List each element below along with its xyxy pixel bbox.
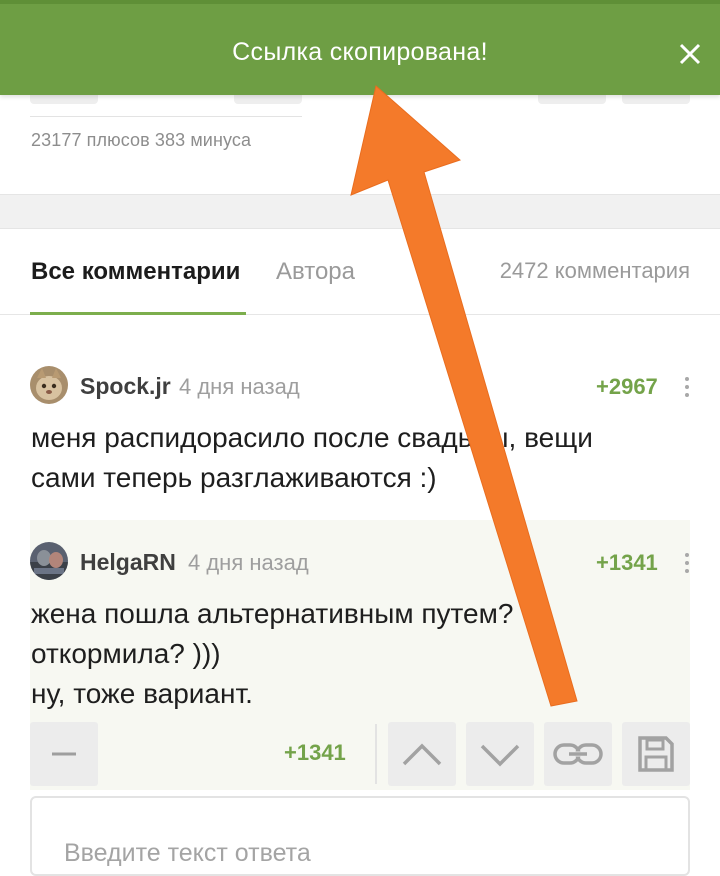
chevron-up-icon — [402, 743, 442, 766]
section-separator — [0, 194, 720, 229]
comment-author[interactable]: HelgaRN — [80, 549, 176, 576]
copy-link-button[interactable] — [544, 722, 612, 786]
comment-text-line: меня распидорасило после свадьбы, вещи — [31, 422, 593, 453]
avatar[interactable] — [30, 366, 68, 404]
comment-text-line: сами теперь разглаживаются :) — [31, 462, 437, 493]
comment-text-line: жена пошла альтернативным путем? — [31, 598, 514, 629]
save-icon — [638, 736, 674, 772]
comment-text-line: откормила? ))) — [31, 638, 221, 669]
link-icon — [553, 743, 603, 765]
comment-score: +1341 — [596, 550, 658, 575]
copied-toast: Ссылка скопирована! — [0, 0, 720, 95]
chevron-down-icon — [480, 744, 520, 767]
avatar[interactable] — [30, 542, 68, 580]
stats-divider — [30, 116, 302, 117]
more-vertical-icon[interactable] — [682, 553, 692, 577]
comment-author[interactable]: Spock.jr — [80, 373, 171, 400]
save-button[interactable] — [622, 722, 690, 786]
upvote-button[interactable] — [388, 722, 456, 786]
comment-score: +2967 — [596, 374, 658, 399]
close-icon[interactable] — [676, 40, 704, 68]
collapse-button[interactable] — [30, 722, 98, 786]
action-divider — [375, 724, 377, 784]
toast-message: Ссылка скопирована! — [232, 38, 488, 66]
minus-icon — [52, 752, 76, 756]
comment-text-line: ну, тоже вариант. — [31, 678, 253, 709]
comment-action-score: +1341 — [284, 740, 346, 765]
more-vertical-icon[interactable] — [682, 377, 692, 401]
active-tab-indicator — [30, 312, 246, 315]
comment-time: 4 дня назад — [179, 374, 300, 399]
comment-time: 4 дня назад — [188, 550, 309, 575]
tab-all-comments[interactable]: Все комментарии — [31, 258, 240, 286]
post-rating-stats: 23177 плюсов 383 минуса — [31, 130, 252, 150]
comments-count: 2472 комментария — [499, 258, 690, 283]
reply-input[interactable] — [30, 796, 690, 876]
tab-author-comments[interactable]: Автора — [276, 258, 355, 286]
downvote-button[interactable] — [466, 722, 534, 786]
